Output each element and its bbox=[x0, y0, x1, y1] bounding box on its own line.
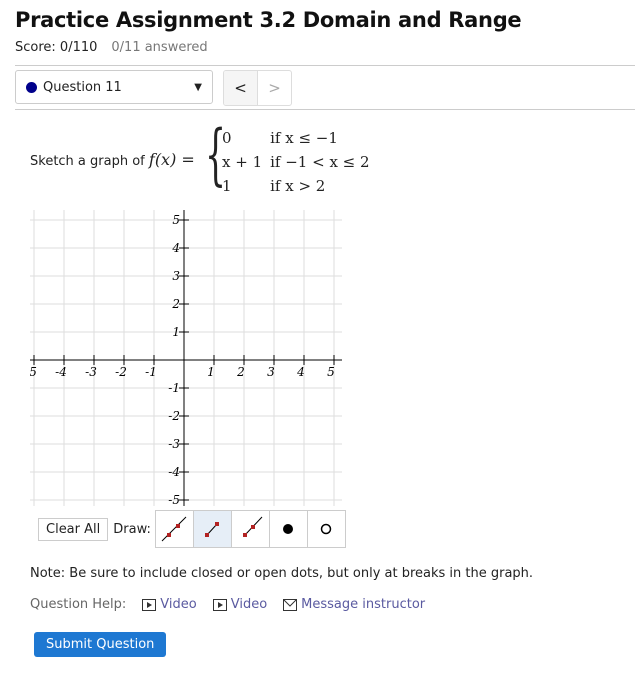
case-expr: x + 1 bbox=[222, 153, 263, 171]
video-link[interactable]: Video bbox=[142, 597, 197, 612]
prev-question-button[interactable]: < bbox=[224, 71, 258, 105]
prompt-text: Sketch a graph of bbox=[30, 154, 145, 169]
closed-dot-icon bbox=[283, 524, 294, 534]
open-dot-icon bbox=[321, 523, 332, 535]
line-tool-button[interactable] bbox=[156, 511, 194, 547]
video-icon bbox=[142, 598, 157, 611]
case-expr: 0 bbox=[222, 129, 232, 147]
closed-dot-tool-button[interactable] bbox=[270, 511, 308, 547]
status-dot-icon bbox=[26, 81, 37, 93]
y-tick-label: 4 bbox=[171, 241, 180, 255]
segment-icon bbox=[205, 522, 220, 537]
y-tick-label: -3 bbox=[168, 437, 180, 451]
x-tick-label: -4 bbox=[55, 365, 67, 379]
score-text: Score: 0/110 bbox=[15, 40, 98, 55]
message-instructor-link[interactable]: Message instructor bbox=[283, 597, 425, 612]
help-label: Question Help: bbox=[30, 597, 127, 612]
x-tick-label: -1 bbox=[145, 365, 157, 379]
function-name: f(x) = bbox=[148, 150, 195, 169]
y-tick-label: -2 bbox=[168, 409, 180, 423]
divider bbox=[15, 65, 635, 66]
x-tick-label: 1 bbox=[207, 365, 215, 379]
x-tick-label: -5 bbox=[30, 365, 37, 379]
segment-tool-button[interactable] bbox=[193, 511, 232, 547]
x-tick-label: 2 bbox=[236, 365, 245, 379]
next-question-button[interactable]: > bbox=[258, 71, 291, 105]
message-link-label: Message instructor bbox=[301, 597, 426, 612]
case-cond: if x ≤ −1 bbox=[270, 129, 338, 147]
video-link-label: Video bbox=[230, 597, 268, 612]
score: Score: 0/110 0/11 answered bbox=[15, 40, 208, 55]
mail-icon bbox=[283, 598, 298, 611]
open-dot-tool-button[interactable] bbox=[308, 511, 345, 547]
y-tick-label: 2 bbox=[171, 297, 180, 311]
ray-tool-button[interactable] bbox=[232, 511, 270, 547]
case-cond: if x > 2 bbox=[270, 177, 326, 195]
chevron-down-icon: ▼ bbox=[194, 81, 202, 93]
divider bbox=[15, 109, 635, 110]
question-select-label: Question 11 bbox=[43, 79, 122, 95]
y-tick-label: -5 bbox=[168, 493, 180, 506]
page-title: Practice Assignment 3.2 Domain and Range bbox=[15, 8, 522, 32]
y-tick-label: 1 bbox=[172, 325, 180, 339]
question-nav: < > bbox=[223, 70, 292, 106]
y-tick-label: 3 bbox=[172, 269, 180, 283]
y-tick-label: 5 bbox=[172, 213, 180, 227]
y-tick-label: -4 bbox=[168, 465, 180, 479]
case-cond: if −1 < x ≤ 2 bbox=[270, 153, 370, 171]
x-tick-label: 3 bbox=[267, 365, 275, 379]
draw-toolbar: Clear All Draw: bbox=[38, 510, 346, 548]
video-link[interactable]: Video bbox=[212, 597, 268, 612]
x-tick-label: 5 bbox=[327, 365, 335, 379]
note-text: Note: Be sure to include closed or open … bbox=[30, 566, 534, 581]
graph-canvas[interactable]: -5 -4 -3 -2 -1 1 2 3 4 5 5 4 3 2 1 -1 -2 -3 -4 -5 bbox=[30, 210, 342, 506]
submit-question-button[interactable]: Submit Question bbox=[34, 632, 167, 657]
piecewise-cases: 0 if x ≤ −1 x + 1 if −1 < x ≤ 2 1 if x > 2 bbox=[222, 126, 378, 198]
clear-all-button[interactable]: Clear All bbox=[38, 517, 109, 541]
question-prompt: Sketch a graph of f(x) = bbox=[30, 150, 195, 169]
ray-icon bbox=[243, 516, 263, 537]
line-icon bbox=[162, 516, 187, 542]
x-tick-label: -2 bbox=[115, 365, 127, 379]
y-tick-label: -1 bbox=[168, 381, 180, 395]
case-expr: 1 bbox=[222, 177, 232, 195]
video-icon bbox=[212, 598, 227, 611]
x-tick-label: 4 bbox=[296, 365, 305, 379]
answered-count: 0/11 answered bbox=[111, 40, 208, 55]
draw-label: Draw: bbox=[113, 521, 151, 537]
question-help: Question Help: Video Video Message instr… bbox=[30, 597, 425, 612]
question-select[interactable]: Question 11 ▼ bbox=[15, 70, 213, 104]
x-tick-label: -3 bbox=[85, 365, 97, 379]
video-link-label: Video bbox=[160, 597, 197, 612]
